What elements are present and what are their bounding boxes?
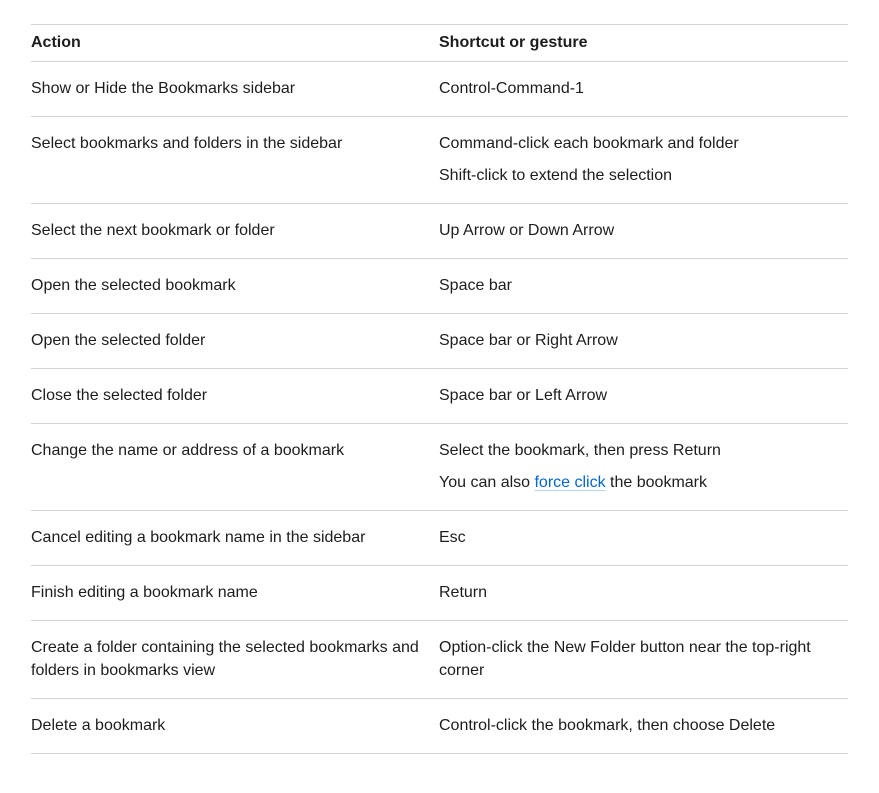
table-row: Select bookmarks and folders in the side… [31,116,848,204]
table-row: Cancel editing a bookmark name in the si… [31,510,848,566]
shortcut-text-before-link: You can also [439,474,535,491]
shortcut-text-after-link: the bookmark [605,474,707,491]
shortcut-cell: Esc [439,510,848,566]
shortcut-text: Control-click the bookmark, then choose … [439,717,776,734]
action-cell: Select bookmarks and folders in the side… [31,116,439,204]
shortcut-text: Space bar or Left Arrow [439,387,608,404]
shortcut-text: Shift-click to extend the selection [439,167,673,184]
action-cell: Finish editing a bookmark name [31,565,439,621]
shortcut-text: Select the bookmark, then press Return [439,442,721,459]
shortcut-cell: Up Arrow or Down Arrow [439,203,848,259]
table-row: Change the name or address of a bookmark… [31,423,848,511]
column-header-shortcut: Shortcut or gesture [439,24,848,62]
shortcut-text: Up Arrow or Down Arrow [439,222,615,239]
table-row: Delete a bookmark Control-click the book… [31,698,848,754]
table-row: Create a folder containing the selected … [31,620,848,699]
shortcut-cell: Space bar or Left Arrow [439,368,848,424]
action-cell: Open the selected bookmark [31,258,439,314]
table-row: Close the selected folder Space bar or L… [31,368,848,424]
shortcut-cell: Select the bookmark, then press Return Y… [439,423,848,511]
action-cell: Delete a bookmark [31,698,439,754]
shortcut-cell: Space bar [439,258,848,314]
shortcut-cell: Control-click the bookmark, then choose … [439,698,848,754]
bookmarks-shortcuts-table: Action Shortcut or gesture Show or Hide … [31,24,848,754]
shortcut-text: Command-click each bookmark and folder [439,135,739,152]
table-row: Show or Hide the Bookmarks sidebar Contr… [31,61,848,117]
action-cell: Create a folder containing the selected … [31,620,439,699]
force-click-link[interactable]: force click [534,474,605,491]
column-header-action: Action [31,24,439,62]
shortcut-text-with-link: You can also force click the bookmark [439,471,838,494]
shortcut-text: Space bar [439,277,512,294]
shortcut-text: Return [439,584,488,601]
table-row: Open the selected folder Space bar or Ri… [31,313,848,369]
shortcuts-table-container: Action Shortcut or gesture Show or Hide … [31,24,848,754]
table-row: Finish editing a bookmark name Return [31,565,848,621]
shortcut-cell: Command-click each bookmark and folder S… [439,116,848,204]
shortcut-text: Esc [439,529,466,546]
shortcut-cell: Control-Command-1 [439,61,848,117]
action-cell: Cancel editing a bookmark name in the si… [31,510,439,566]
shortcut-text: Space bar or Right Arrow [439,332,618,349]
action-cell: Change the name or address of a bookmark [31,423,439,511]
shortcut-cell: Space bar or Right Arrow [439,313,848,369]
table-header-row: Action Shortcut or gesture [31,24,848,62]
action-cell: Show or Hide the Bookmarks sidebar [31,61,439,117]
action-cell: Open the selected folder [31,313,439,369]
shortcut-text: Control-Command-1 [439,80,584,97]
shortcut-cell: Option-click the New Folder button near … [439,620,848,699]
action-cell: Select the next bookmark or folder [31,203,439,259]
table-row: Select the next bookmark or folder Up Ar… [31,203,848,259]
shortcut-cell: Return [439,565,848,621]
table-row: Open the selected bookmark Space bar [31,258,848,314]
shortcut-text: Option-click the New Folder button near … [439,639,811,679]
action-cell: Close the selected folder [31,368,439,424]
